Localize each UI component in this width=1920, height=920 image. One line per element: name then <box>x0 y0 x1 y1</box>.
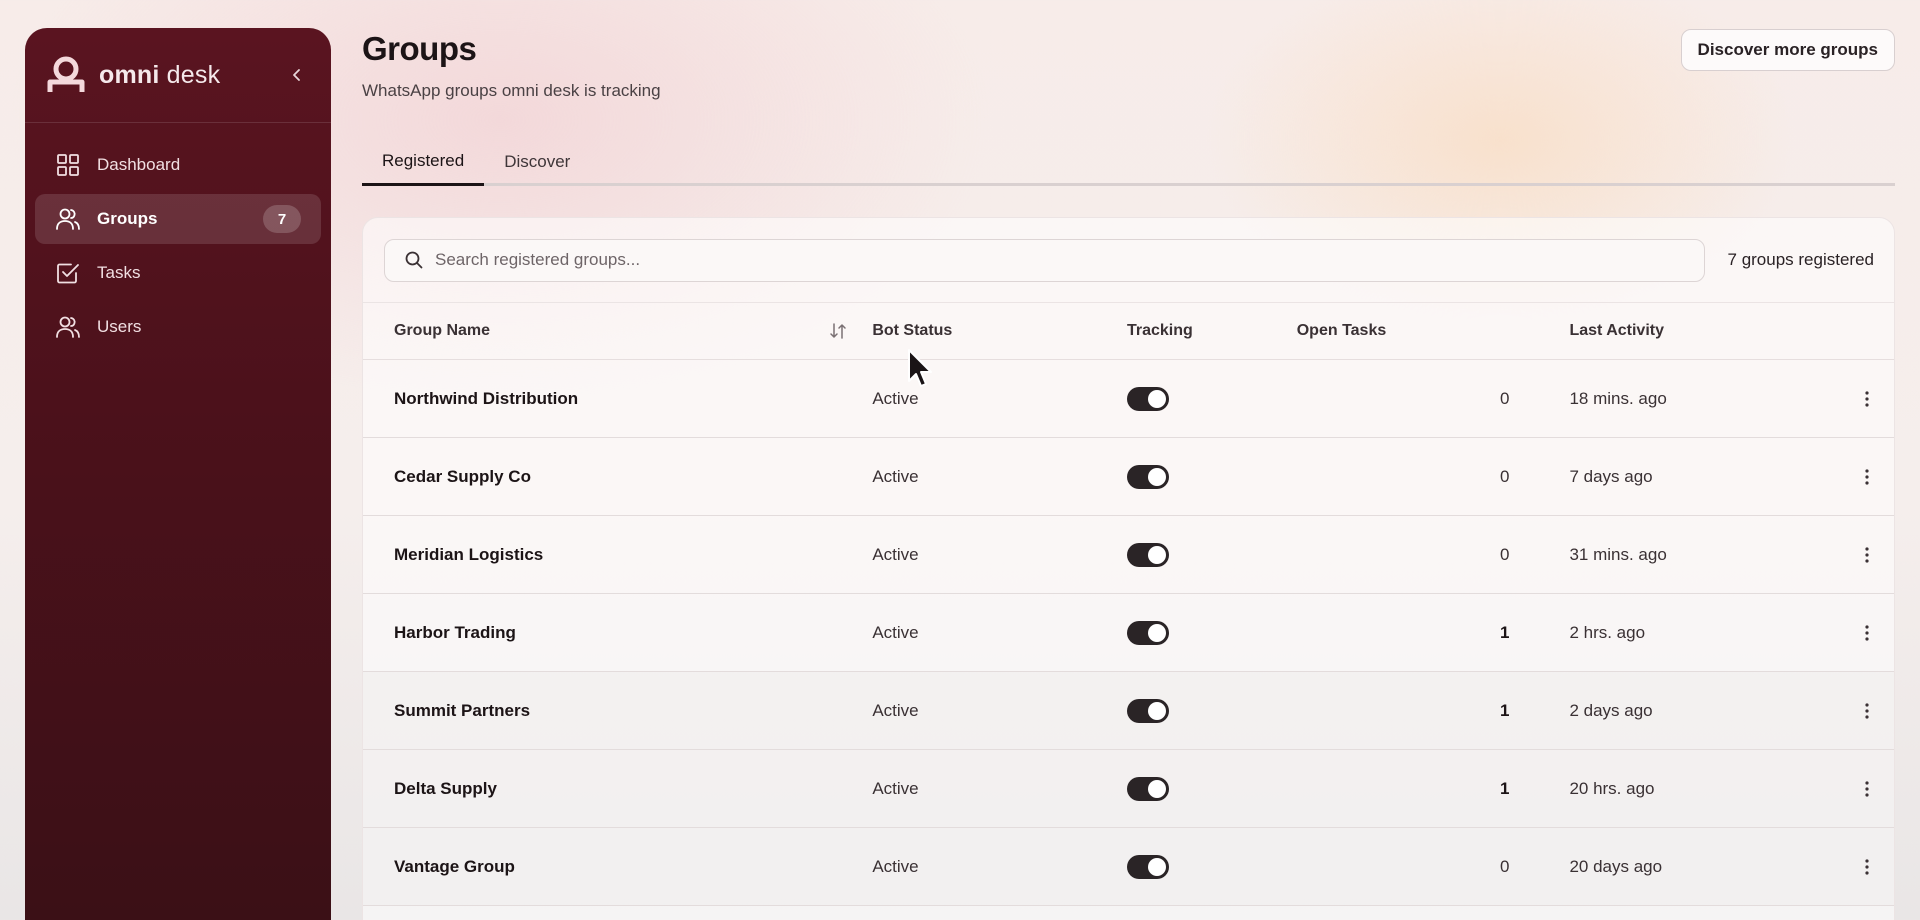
sidebar-item-label: Groups <box>97 209 158 228</box>
bot-status: Active <box>872 778 919 798</box>
tabs: Registered Discover <box>362 138 1895 186</box>
sidebar-item-groups[interactable]: Groups 7 <box>35 194 321 244</box>
column-header-open-tasks: Open Tasks <box>1296 322 1387 339</box>
open-tasks-count: 0 <box>1499 544 1510 564</box>
more-vertical-icon <box>1864 702 1869 719</box>
sidebar-item-label: Tasks <box>97 263 141 282</box>
discover-more-groups-button[interactable]: Discover more groups <box>1680 29 1895 71</box>
table-row[interactable]: Summit Partners Active 1 2 days ago <box>363 672 1894 750</box>
last-activity: 7 days ago <box>1569 466 1653 486</box>
groups-count-badge: 7 <box>263 205 301 233</box>
group-name[interactable]: Vantage Group <box>363 857 872 877</box>
more-vertical-icon <box>1864 624 1869 641</box>
brand-name: omni desk <box>99 60 221 89</box>
tracking-toggle[interactable] <box>1126 620 1169 645</box>
page-title: Groups <box>362 30 477 67</box>
sidebar-item-label: Dashboard <box>97 155 181 174</box>
table-header: Group Name Bot Status Tracking Open Task… <box>363 303 1894 360</box>
dashboard-icon <box>55 152 81 178</box>
sidebar-item-tasks[interactable]: Tasks <box>35 248 321 298</box>
row-menu-button[interactable] <box>1855 618 1879 648</box>
sidebar-item-label: Users <box>97 317 142 336</box>
registered-count: 7 groups registered <box>1727 250 1874 269</box>
last-activity: 20 hrs. ago <box>1569 778 1655 798</box>
open-tasks-count: 0 <box>1499 856 1510 876</box>
search-box[interactable] <box>384 238 1705 282</box>
search-input[interactable] <box>435 250 1684 270</box>
group-name[interactable]: Summit Partners <box>363 701 872 721</box>
brand-header: omni desk <box>25 28 331 123</box>
search-row: 7 groups registered <box>363 218 1894 303</box>
last-activity: 2 hrs. ago <box>1569 622 1646 642</box>
column-header-bot-status: Bot Status <box>872 322 953 339</box>
group-name[interactable]: Northwind Distribution <box>363 389 872 409</box>
last-activity: 18 mins. ago <box>1569 388 1667 408</box>
sidebar-nav: Dashboard Groups 7 Tasks Users <box>25 123 331 373</box>
open-tasks-count: 1 <box>1499 778 1510 798</box>
users-icon <box>55 206 81 232</box>
open-tasks-count: 0 <box>1499 466 1510 486</box>
last-activity: 20 days ago <box>1569 856 1663 876</box>
more-vertical-icon <box>1864 390 1869 407</box>
more-vertical-icon <box>1864 468 1869 485</box>
table-row[interactable]: Cedar Supply Co Active 0 7 days ago <box>363 438 1894 516</box>
more-vertical-icon <box>1864 858 1869 875</box>
group-name[interactable]: Harbor Trading <box>363 623 872 643</box>
more-vertical-icon <box>1864 546 1869 563</box>
bot-status: Active <box>872 388 919 408</box>
collapse-sidebar-button[interactable] <box>283 61 311 89</box>
users-icon <box>55 314 81 340</box>
table-row[interactable]: Harbor Trading Active 1 2 hrs. ago <box>363 594 1894 672</box>
open-tasks-count: 0 <box>1499 388 1510 408</box>
bot-status: Active <box>872 700 919 720</box>
groups-table-card: 7 groups registered Group Name Bot Statu… <box>362 217 1895 920</box>
group-name[interactable]: Meridian Logistics <box>363 545 872 565</box>
column-header-tracking: Tracking <box>1126 322 1193 339</box>
tracking-toggle[interactable] <box>1126 854 1169 879</box>
tracking-toggle[interactable] <box>1126 776 1169 801</box>
tracking-toggle[interactable] <box>1126 542 1169 567</box>
row-menu-button[interactable] <box>1855 852 1879 882</box>
tab-registered[interactable]: Registered <box>362 138 485 186</box>
sidebar: omni desk Dashboard Groups 7 Tasks Users <box>25 28 331 920</box>
table-row[interactable]: Vantage Group Active 0 20 days ago <box>363 828 1894 906</box>
open-tasks-count: 1 <box>1499 622 1510 642</box>
bot-status: Active <box>872 622 919 642</box>
sort-icon[interactable] <box>828 321 848 341</box>
sidebar-item-dashboard[interactable]: Dashboard <box>35 140 321 190</box>
column-header-last-activity: Last Activity <box>1569 322 1664 339</box>
row-menu-button[interactable] <box>1855 384 1879 414</box>
bot-status: Active <box>872 544 919 564</box>
table-body: Northwind Distribution Active 0 18 mins.… <box>363 360 1894 906</box>
table-row[interactable]: Meridian Logistics Active 0 31 mins. ago <box>363 516 1894 594</box>
tracking-toggle[interactable] <box>1126 464 1169 489</box>
last-activity: 31 mins. ago <box>1569 544 1667 564</box>
chevron-left-icon <box>293 69 300 81</box>
tracking-toggle[interactable] <box>1126 698 1169 723</box>
tasks-icon <box>55 260 81 286</box>
omni-desk-logo-icon <box>47 56 85 92</box>
bot-status: Active <box>872 466 919 486</box>
row-menu-button[interactable] <box>1855 462 1879 492</box>
row-menu-button[interactable] <box>1855 696 1879 726</box>
tab-discover[interactable]: Discover <box>484 138 590 186</box>
page-subtitle: WhatsApp groups omni desk is tracking <box>362 81 661 100</box>
row-menu-button[interactable] <box>1855 540 1879 570</box>
search-icon <box>405 251 423 269</box>
last-activity: 2 days ago <box>1569 700 1653 720</box>
table-row[interactable]: Delta Supply Active 1 20 hrs. ago <box>363 750 1894 828</box>
bot-status: Active <box>872 856 919 876</box>
more-vertical-icon <box>1864 780 1869 797</box>
tracking-toggle[interactable] <box>1126 386 1169 411</box>
open-tasks-count: 1 <box>1499 700 1510 720</box>
column-header-group-name[interactable]: Group Name <box>363 321 872 341</box>
group-name[interactable]: Cedar Supply Co <box>363 467 872 487</box>
sidebar-item-users[interactable]: Users <box>35 302 321 352</box>
group-name[interactable]: Delta Supply <box>363 779 872 799</box>
row-menu-button[interactable] <box>1855 774 1879 804</box>
table-row[interactable]: Northwind Distribution Active 0 18 mins.… <box>363 360 1894 438</box>
